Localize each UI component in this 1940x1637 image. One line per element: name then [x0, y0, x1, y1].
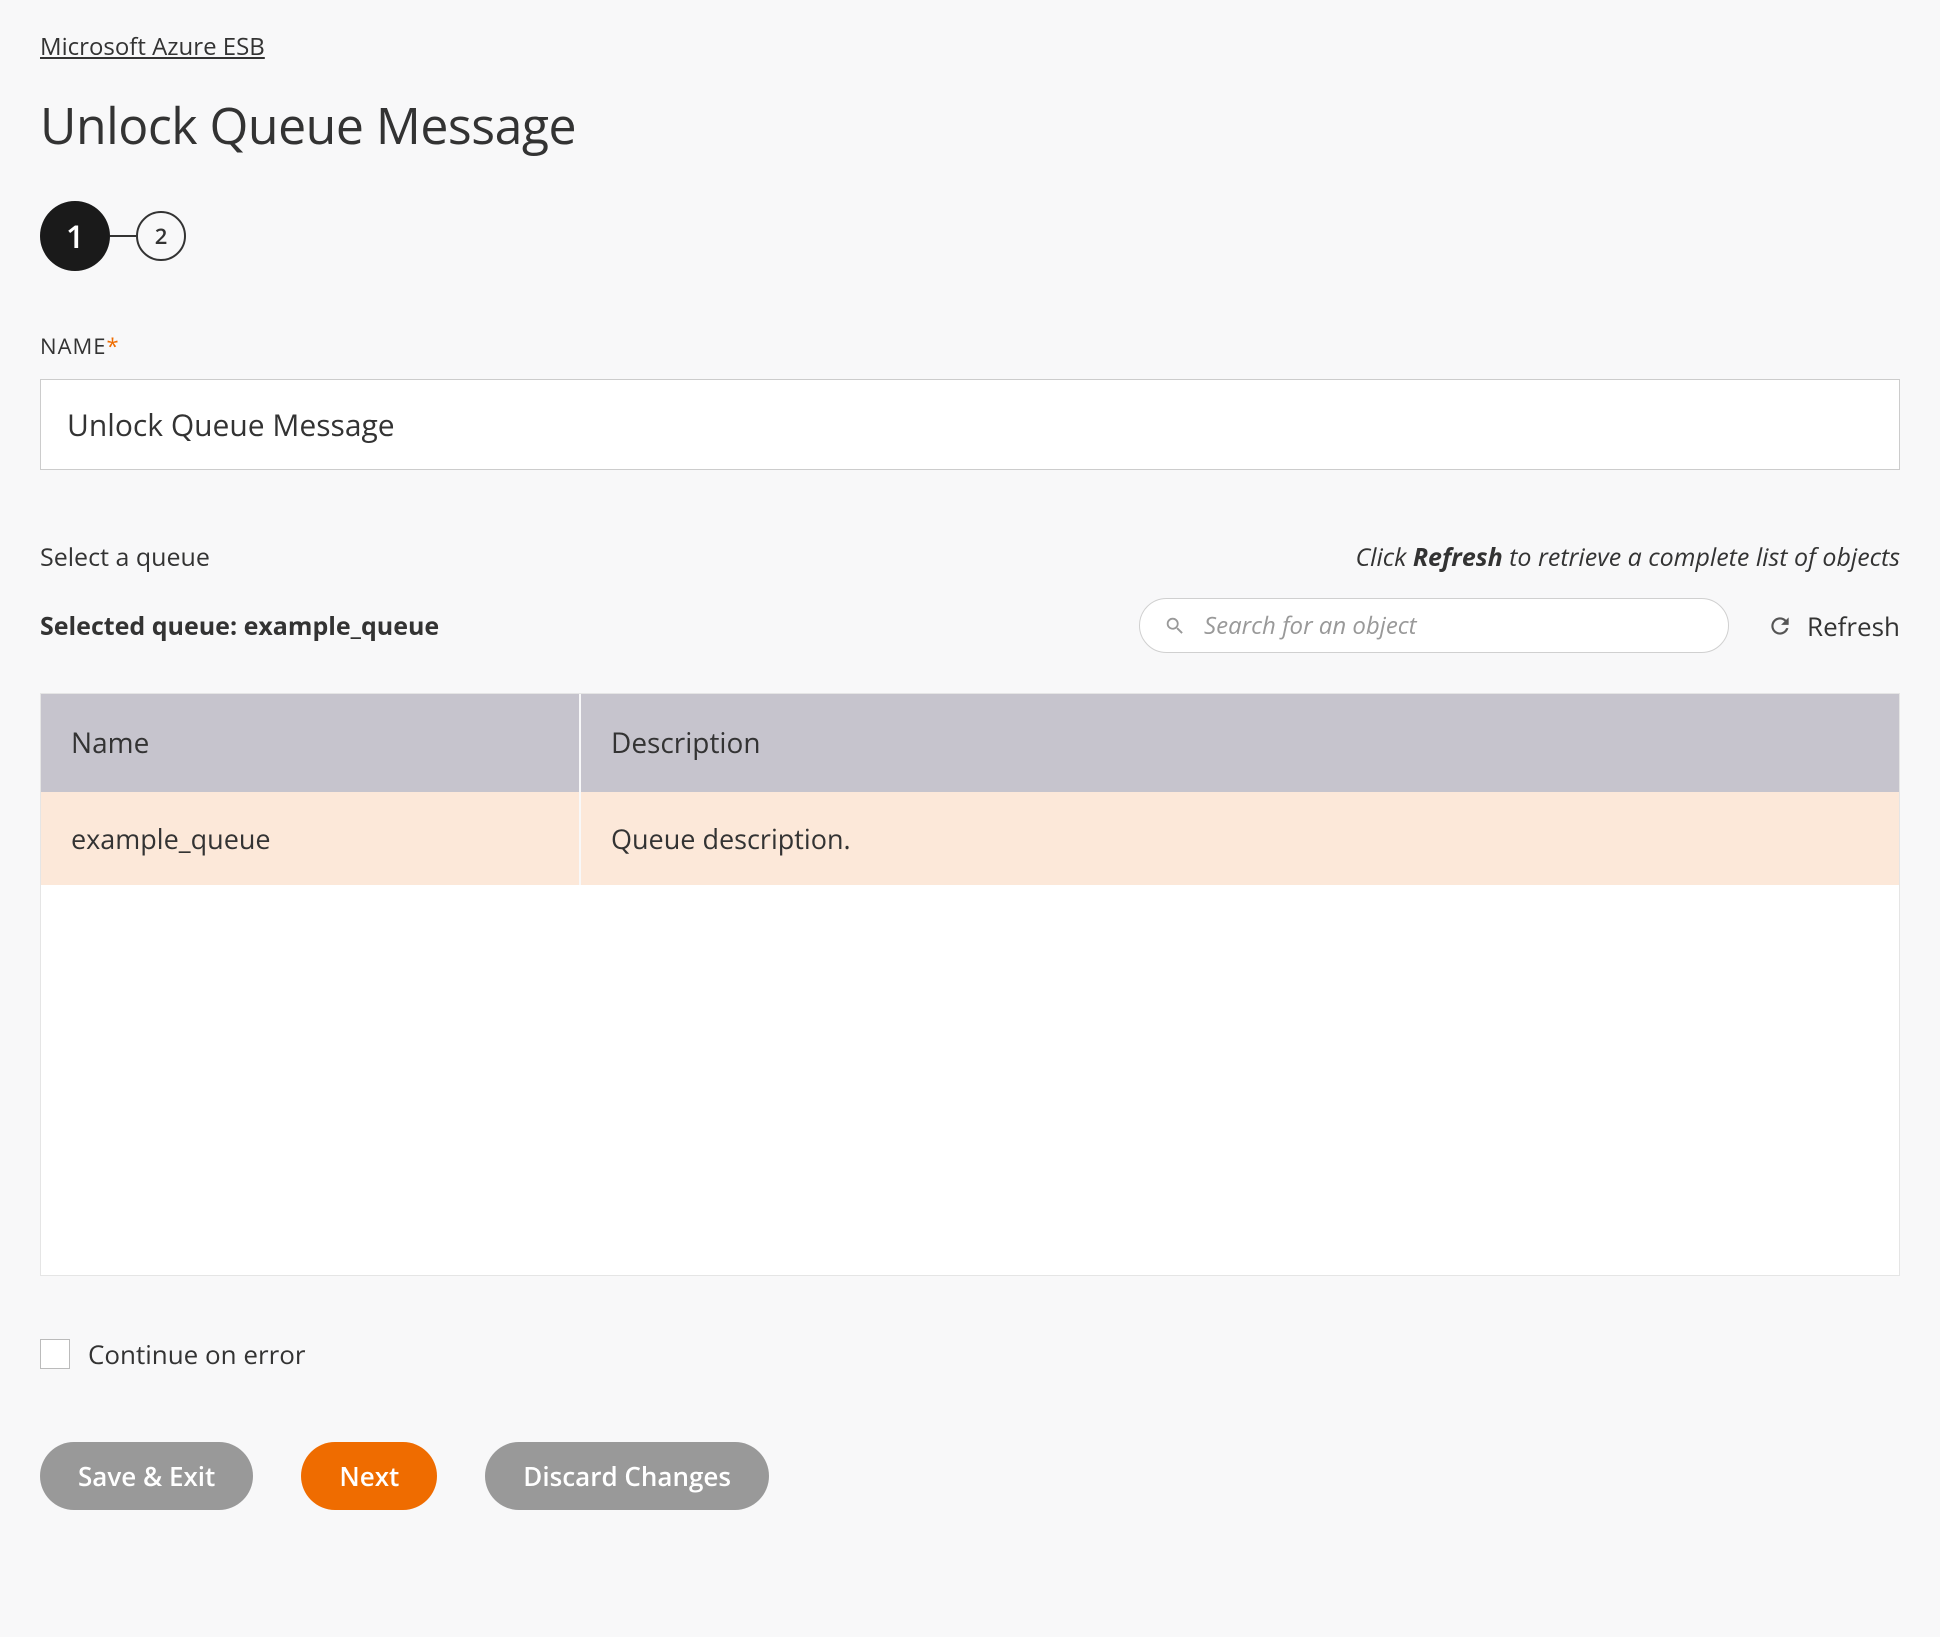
refresh-icon — [1767, 613, 1793, 639]
continue-on-error-checkbox[interactable] — [40, 1339, 70, 1369]
th-description[interactable]: Description — [581, 694, 1899, 792]
button-row: Save & Exit Next Discard Changes — [40, 1442, 1900, 1510]
selected-queue-value: example_queue — [244, 609, 440, 643]
stepper: 1 2 — [40, 201, 1900, 271]
queue-table: Name Description example_queue Queue des… — [40, 693, 1900, 1276]
hint-suffix: to retrieve a complete list of objects — [1503, 540, 1900, 574]
select-queue-label: Select a queue — [40, 540, 210, 574]
required-asterisk: * — [107, 331, 120, 361]
selected-queue-prefix: Selected queue: — [40, 609, 244, 643]
td-description: Queue description. — [581, 792, 1899, 885]
hint-strong: Refresh — [1413, 540, 1503, 574]
table-header: Name Description — [41, 694, 1899, 792]
continue-on-error[interactable]: Continue on error — [40, 1336, 306, 1372]
th-name[interactable]: Name — [41, 694, 581, 792]
next-button[interactable]: Next — [301, 1442, 437, 1510]
hint-prefix: Click — [1355, 540, 1412, 574]
name-label-text: NAME — [40, 331, 107, 361]
search-icon — [1164, 615, 1186, 637]
breadcrumb[interactable]: Microsoft Azure ESB — [40, 30, 265, 63]
page-title: Unlock Queue Message — [40, 91, 1900, 159]
refresh-button[interactable]: Refresh — [1767, 608, 1900, 644]
name-field-label: NAME* — [40, 331, 1900, 361]
discard-button[interactable]: Discard Changes — [485, 1442, 769, 1510]
step-connector — [110, 235, 136, 237]
search-box[interactable] — [1139, 598, 1729, 653]
search-input[interactable] — [1204, 609, 1704, 642]
table-row[interactable]: example_queue Queue description. — [41, 792, 1899, 885]
name-input[interactable] — [40, 379, 1900, 470]
step-1[interactable]: 1 — [40, 201, 110, 271]
td-name: example_queue — [41, 792, 581, 885]
refresh-hint: Click Refresh to retrieve a complete lis… — [1355, 540, 1900, 574]
refresh-button-label: Refresh — [1807, 608, 1900, 644]
continue-on-error-label: Continue on error — [88, 1336, 306, 1372]
step-2[interactable]: 2 — [136, 211, 186, 261]
save-exit-button[interactable]: Save & Exit — [40, 1442, 253, 1510]
selected-queue-label: Selected queue: example_queue — [40, 609, 439, 643]
table-empty-space — [41, 885, 1899, 1275]
